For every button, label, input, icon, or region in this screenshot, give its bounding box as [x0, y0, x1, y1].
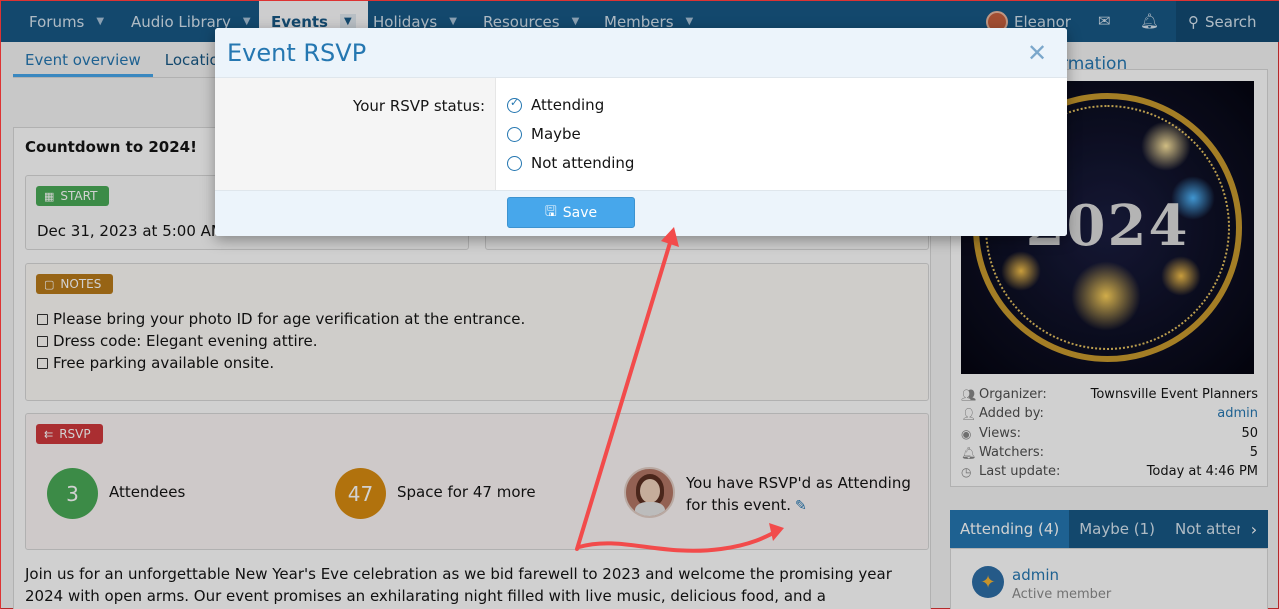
- modal-title: Event RSVP: [227, 39, 367, 67]
- radio-not-attending[interactable]: Not attending: [507, 154, 634, 172]
- radio-icon[interactable]: [507, 155, 522, 171]
- radio-attending[interactable]: Attending: [507, 96, 604, 114]
- modal-header: Event RSVP ✕: [215, 28, 1067, 78]
- save-button[interactable]: 🖫 Save: [507, 197, 635, 228]
- rsvp-modal: Event RSVP ✕ Your RSVP status: Attending…: [215, 28, 1067, 236]
- rsvp-status-label: Your RSVP status:: [353, 97, 485, 115]
- close-icon[interactable]: ✕: [1027, 39, 1047, 67]
- rsvp-form-row: Your RSVP status: Attending Maybe Not at…: [215, 78, 1067, 190]
- floppy-disk-icon: 🖫: [544, 203, 557, 220]
- radio-icon[interactable]: [507, 126, 522, 142]
- modal-footer: 🖫 Save: [215, 190, 1067, 236]
- radio-checked-icon[interactable]: [507, 96, 522, 113]
- radio-maybe[interactable]: Maybe: [507, 125, 581, 143]
